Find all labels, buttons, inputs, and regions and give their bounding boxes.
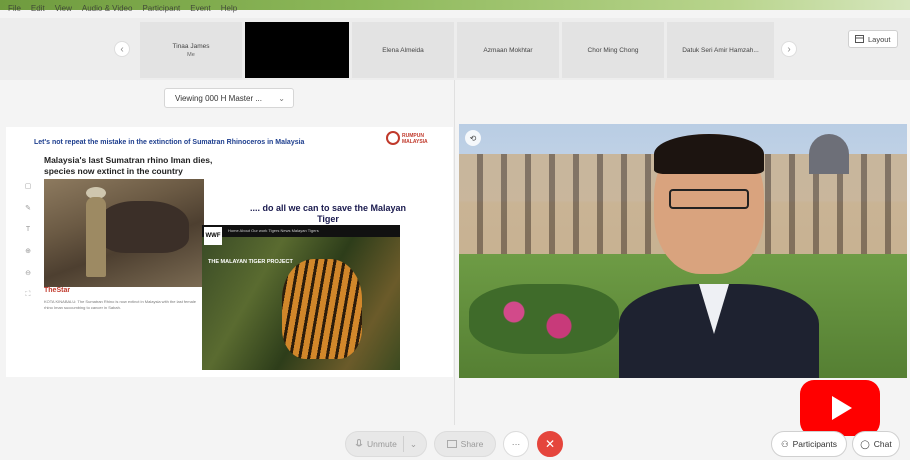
participant-tile[interactable]: Tinaa James Me bbox=[140, 22, 242, 78]
participant-name: Chor Ming Chong bbox=[587, 46, 639, 54]
chevron-down-icon: ⌄ bbox=[278, 93, 285, 103]
participant-name: Datuk Seri Amir Hamzah... bbox=[682, 46, 759, 54]
layout-button[interactable]: Layout bbox=[848, 30, 898, 48]
menu-item-participant[interactable]: Participant bbox=[142, 4, 180, 16]
annotation-toolbar: ▢ ✎ T ⊕ ⊖ ⛶ bbox=[20, 182, 36, 317]
person-icon: ⚇ bbox=[780, 438, 789, 449]
meeting-controls: Unmute ⌄ Share ··· ✕ ⚇ Participants ◯ Ch… bbox=[0, 428, 910, 460]
unmute-label: Unmute bbox=[367, 439, 397, 449]
pointer-icon[interactable]: ▢ bbox=[25, 182, 32, 190]
chat-button[interactable]: ◯ Chat bbox=[852, 431, 900, 457]
more-button[interactable]: ··· bbox=[503, 431, 529, 457]
layout-label: Layout bbox=[868, 34, 891, 44]
tiger-screenshot: Home About Our work Tigers News Malayan … bbox=[202, 225, 400, 370]
menu-item-audio-video[interactable]: Audio & Video bbox=[82, 4, 133, 16]
tiger-title: .... do all we can to save the Malayan T… bbox=[249, 203, 407, 224]
menu-item-help[interactable]: Help bbox=[221, 4, 237, 16]
fit-icon[interactable]: ⛶ bbox=[26, 291, 31, 299]
wwf-logo: WWF bbox=[204, 227, 222, 245]
participant-tile[interactable]: Elena Almeida bbox=[352, 22, 454, 78]
zoom-in-icon[interactable]: ⊕ bbox=[25, 247, 31, 255]
chat-bubble-icon: ◯ bbox=[860, 438, 870, 449]
news-caption: KOTA KINABALU: The Sumatran Rhino is now… bbox=[44, 299, 196, 310]
participant-name: Tinaa James bbox=[172, 42, 210, 50]
menu-item-view[interactable]: View bbox=[55, 4, 72, 16]
menu-item-event[interactable]: Event bbox=[190, 4, 210, 16]
participant-name: Elena Almeida bbox=[382, 46, 424, 54]
pane-divider bbox=[454, 80, 455, 425]
chat-label: Chat bbox=[873, 439, 892, 449]
slide-headline: Malaysia's last Sumatran rhino Iman dies… bbox=[44, 155, 213, 176]
rhino-photo bbox=[44, 179, 204, 287]
participants-button[interactable]: ⚇ Participants bbox=[771, 431, 847, 457]
strip-next-button[interactable]: › bbox=[781, 41, 797, 57]
glasses bbox=[669, 189, 749, 209]
meeting-window: File Edit View Audio & Video Participant… bbox=[0, 0, 910, 460]
viewing-label: Viewing 000 H Master ... bbox=[175, 93, 263, 103]
wwf-headline: THE MALAYAN TIGER PROJECT bbox=[208, 259, 293, 265]
participant-tile[interactable]: Datuk Seri Amir Hamzah... bbox=[667, 22, 774, 78]
viewing-dropdown[interactable]: Viewing 000 H Master ... ⌄ bbox=[164, 88, 294, 108]
strip-prev-button[interactable]: ‹ bbox=[114, 41, 130, 57]
chevron-down-icon[interactable]: ⌄ bbox=[410, 439, 417, 450]
participant-tile[interactable]: Azmaan Mokhtar bbox=[457, 22, 559, 78]
news-source: TheStar bbox=[44, 287, 71, 294]
participants-label: Participants bbox=[792, 439, 838, 449]
menu-item-file[interactable]: File bbox=[8, 4, 21, 16]
slide-logo: RUMPUN MALAYSIA bbox=[386, 131, 446, 149]
microphone-icon bbox=[355, 439, 363, 447]
share-icon bbox=[446, 440, 457, 448]
speaker-video: ⟲ bbox=[459, 124, 907, 378]
play-icon bbox=[832, 396, 852, 420]
menu-item-edit[interactable]: Edit bbox=[31, 4, 45, 16]
participant-name: Azmaan Mokhtar bbox=[483, 46, 533, 54]
unmute-button[interactable]: Unmute ⌄ bbox=[345, 431, 427, 457]
zoom-out-icon[interactable]: ⊖ bbox=[25, 269, 31, 277]
end-call-button[interactable]: ✕ bbox=[537, 431, 563, 457]
share-label: Share bbox=[460, 439, 484, 449]
menu-bar: File Edit View Audio & Video Participant… bbox=[0, 4, 237, 16]
participant-tile[interactable]: Chor Ming Chong bbox=[562, 22, 664, 78]
wwf-nav: Home About Our work Tigers News Malayan … bbox=[202, 225, 400, 237]
pen-icon[interactable]: ✎ bbox=[25, 204, 31, 212]
share-button[interactable]: Share bbox=[434, 431, 496, 457]
shared-screen: Let's not repeat the mistake in the exti… bbox=[6, 127, 453, 377]
participant-sub: Me bbox=[187, 51, 195, 58]
participant-tile-video[interactable] bbox=[245, 22, 349, 78]
pin-icon[interactable]: ⟲ bbox=[465, 130, 481, 146]
slide-title: Let's not repeat the mistake in the exti… bbox=[34, 139, 305, 146]
text-icon[interactable]: T bbox=[26, 226, 30, 233]
speaker bbox=[619, 134, 819, 378]
layout-icon bbox=[855, 35, 864, 43]
tiger-image bbox=[282, 259, 362, 359]
